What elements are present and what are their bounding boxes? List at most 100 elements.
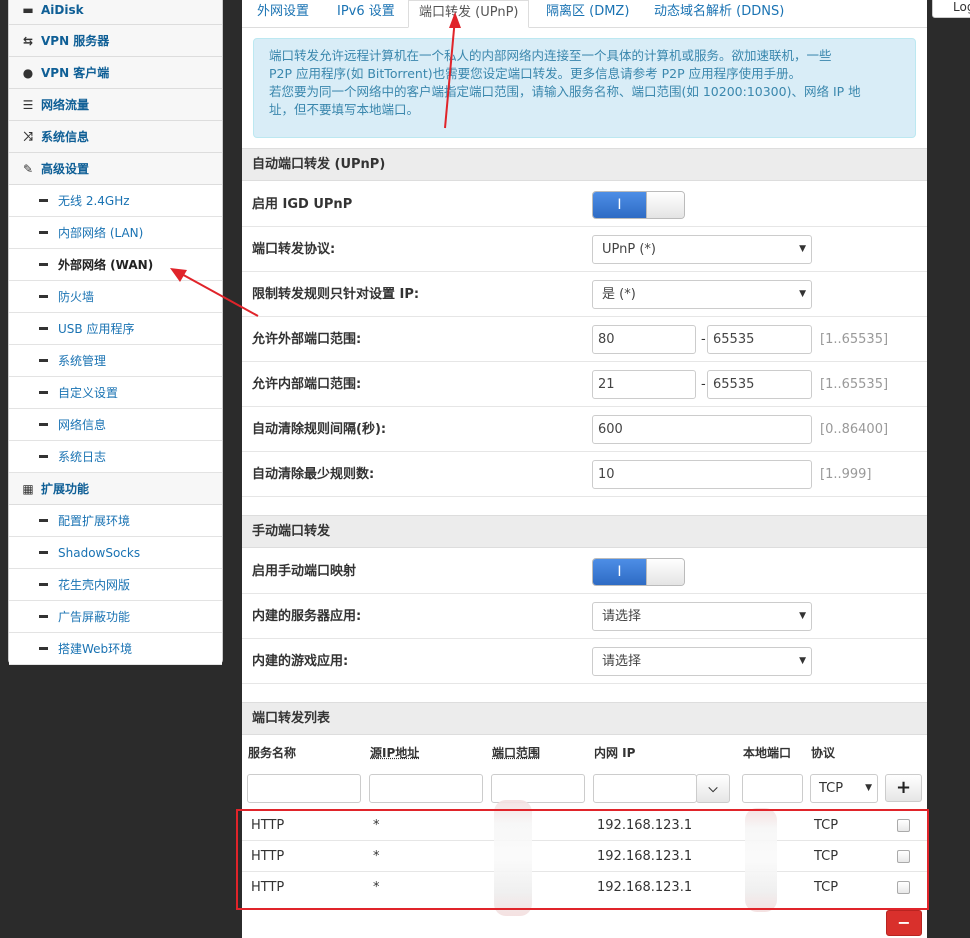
new-src-ip-input[interactable] bbox=[369, 774, 483, 803]
col-header-service: 服务名称 bbox=[248, 746, 297, 760]
sidebar-sub-label: ShadowSocks bbox=[58, 545, 141, 560]
info-alert: 端口转发允许远程计算机在一个私人的内部网络内连接至一个具体的计算机或服务。欲加速… bbox=[253, 38, 916, 138]
new-local-port-input[interactable] bbox=[742, 774, 803, 803]
sidebar-sub-label: 自定义设置 bbox=[58, 386, 119, 400]
sidebar-item-label: 系统信息 bbox=[41, 130, 90, 144]
sidebar-sub-label: 防火墙 bbox=[58, 290, 95, 304]
sidebar-sub-admin[interactable]: 系统管理 bbox=[9, 345, 222, 377]
cell-protocol: TCP bbox=[814, 849, 839, 864]
manual-toggle[interactable]: I bbox=[592, 558, 685, 586]
sidebar-sub-oray[interactable]: 花生壳内网版 bbox=[9, 569, 222, 601]
ext-from-input[interactable]: 80 bbox=[592, 325, 696, 354]
cell-service: HTTP bbox=[251, 818, 285, 833]
tab-ddns[interactable]: 动态域名解析 (DDNS) bbox=[654, 0, 784, 28]
col-header-local-port: 本地端口 bbox=[743, 746, 792, 760]
info-line: P2P 应用程序(如 BitTorrent)也需要您设定端口转发。更多信息请参考… bbox=[269, 66, 802, 81]
restrict-select[interactable]: 是 (*) ▼ bbox=[592, 280, 812, 309]
lan-ip-dropdown-button[interactable]: ⌵ bbox=[696, 774, 730, 803]
ext-range-label: 允许外部端口范围: bbox=[252, 332, 362, 347]
sidebar-sub-syslog[interactable]: 系统日志 bbox=[9, 441, 222, 473]
caret-down-icon: ▼ bbox=[799, 244, 806, 254]
clean-interval-input[interactable]: 600 bbox=[592, 415, 812, 444]
grid-icon: ▦ bbox=[22, 481, 34, 496]
upnp-toggle[interactable]: I bbox=[592, 191, 685, 219]
logout-button[interactable]: Log bbox=[932, 0, 970, 18]
new-service-input[interactable] bbox=[247, 774, 361, 803]
int-from-input[interactable]: 21 bbox=[592, 370, 696, 399]
info-line: 址，但不要填写本地端口。 bbox=[269, 102, 420, 117]
tab-ipv6[interactable]: IPv6 设置 bbox=[337, 0, 395, 28]
sidebar-item-extensions[interactable]: ▦ 扩展功能 bbox=[9, 473, 222, 505]
dash-icon bbox=[39, 359, 48, 362]
clean-interval-label: 自动清除规则间隔(秒): bbox=[252, 422, 387, 437]
dash-icon bbox=[39, 391, 48, 394]
globe-icon: ● bbox=[22, 65, 34, 80]
sidebar-sub-firewall[interactable]: 防火墙 bbox=[9, 281, 222, 313]
protocol-select[interactable]: UPnP (*) ▼ bbox=[592, 235, 812, 264]
remove-rule-button[interactable]: − bbox=[886, 910, 922, 936]
table-row: HTTP * 192.168.123.1 TCP bbox=[242, 840, 927, 871]
plus-icon: + bbox=[895, 777, 912, 798]
dash-icon bbox=[39, 231, 48, 234]
cell-protocol: TCP bbox=[814, 880, 839, 895]
sidebar-sub-wan[interactable]: 外部网络 (WAN) bbox=[9, 249, 222, 281]
sidebar-sub-usb[interactable]: USB 应用程序 bbox=[9, 313, 222, 345]
add-rule-button[interactable]: + bbox=[885, 774, 922, 802]
sidebar-sub-adblock[interactable]: 广告屏蔽功能 bbox=[9, 601, 222, 633]
cell-service: HTTP bbox=[251, 880, 285, 895]
ext-to-input[interactable]: 65535 bbox=[707, 325, 812, 354]
game-app-select[interactable]: 请选择 ▼ bbox=[592, 647, 812, 676]
row-checkbox[interactable] bbox=[897, 850, 910, 863]
row-clean-min: 自动清除最少规则数: 10 [1..999] bbox=[242, 452, 927, 497]
wrench-icon: ✎ bbox=[22, 161, 34, 176]
tab-upnp[interactable]: 端口转发 (UPnP) bbox=[408, 0, 530, 28]
sidebar-sub-label: 网络信息 bbox=[58, 418, 107, 432]
row-checkbox[interactable] bbox=[897, 819, 910, 832]
range-separator: - bbox=[701, 332, 706, 347]
sidebar-sub-netinfo[interactable]: 网络信息 bbox=[9, 409, 222, 441]
new-lan-ip-input[interactable] bbox=[593, 774, 697, 803]
sidebar-sub-shadowsocks[interactable]: ShadowSocks bbox=[9, 537, 222, 569]
sidebar-sub-wireless[interactable]: 无线 2.4GHz bbox=[9, 185, 222, 217]
server-app-select[interactable]: 请选择 ▼ bbox=[592, 602, 812, 631]
sidebar-sub-label: 系统管理 bbox=[58, 354, 107, 368]
cell-src-ip: * bbox=[373, 818, 380, 833]
sidebar-sub-label: 内部网络 (LAN) bbox=[58, 226, 144, 240]
clean-min-input[interactable]: 10 bbox=[592, 460, 812, 489]
sidebar-item-advanced[interactable]: ✎ 高级设置 bbox=[9, 153, 222, 185]
row-clean-interval: 自动清除规则间隔(秒): 600 [0..86400] bbox=[242, 407, 927, 452]
sidebar-item-label: 高级设置 bbox=[41, 162, 90, 176]
sidebar-sub-web[interactable]: 搭建Web环境 bbox=[9, 633, 222, 665]
sidebar-sub-label: 搭建Web环境 bbox=[58, 642, 133, 656]
dash-icon bbox=[39, 295, 48, 298]
sidebar-sub-custom[interactable]: 自定义设置 bbox=[9, 377, 222, 409]
caret-down-icon: ▼ bbox=[799, 656, 806, 666]
col-header-src-ip: 源IP地址 bbox=[370, 746, 420, 760]
sidebar-item-label: 扩展功能 bbox=[41, 482, 90, 496]
cell-service: HTTP bbox=[251, 849, 285, 864]
list-icon: ☰ bbox=[22, 97, 34, 112]
sidebar-item-aidisk[interactable]: ▬ AiDisk bbox=[9, 0, 222, 25]
int-range-label: 允许内部端口范围: bbox=[252, 377, 362, 392]
sidebar-item-label: AiDisk bbox=[41, 2, 84, 17]
new-protocol-select[interactable]: TCP ▼ bbox=[810, 774, 878, 803]
dash-icon bbox=[39, 647, 48, 650]
server-app-value: 请选择 bbox=[602, 609, 642, 624]
section-list: 端口转发列表 bbox=[242, 702, 927, 735]
range-separator: - bbox=[701, 377, 706, 392]
sidebar-item-traffic[interactable]: ☰ 网络流量 bbox=[9, 89, 222, 121]
tab-dmz[interactable]: 隔离区 (DMZ) bbox=[546, 0, 629, 28]
sidebar-item-vpn-client[interactable]: ● VPN 客户端 bbox=[9, 57, 222, 89]
clean-min-hint: [1..999] bbox=[820, 467, 872, 482]
int-to-input[interactable]: 65535 bbox=[707, 370, 812, 399]
row-checkbox[interactable] bbox=[897, 881, 910, 894]
sidebar-item-vpn-server[interactable]: ⇆ VPN 服务器 bbox=[9, 25, 222, 57]
sidebar-sub-ext-env[interactable]: 配置扩展环境 bbox=[9, 505, 222, 537]
game-app-value: 请选择 bbox=[602, 654, 642, 669]
tab-wan[interactable]: 外网设置 bbox=[257, 0, 309, 28]
sidebar-sub-label: 广告屏蔽功能 bbox=[58, 610, 131, 624]
main-panel: 外网设置 IPv6 设置 端口转发 (UPnP) 隔离区 (DMZ) 动态域名解… bbox=[242, 0, 927, 938]
sidebar-item-sysinfo[interactable]: ⤨ 系统信息 bbox=[9, 121, 222, 153]
new-port-range-input[interactable] bbox=[491, 774, 585, 803]
sidebar-sub-lan[interactable]: 内部网络 (LAN) bbox=[9, 217, 222, 249]
